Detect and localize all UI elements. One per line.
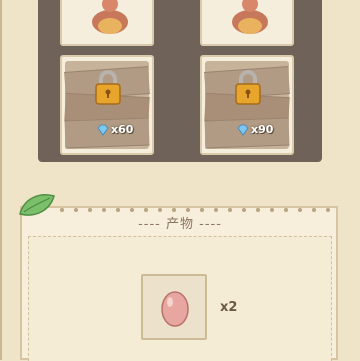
unlock-price: x90 [237,121,273,139]
hen-icon [92,0,128,34]
price-label: x90 [251,123,274,136]
products-title: ---- 产物 ---- [138,217,222,232]
price-label: x60 [111,123,134,136]
panel-border [0,0,2,360]
diamond-icon [97,124,109,136]
unlock-price: x60 [97,121,133,139]
hen-card-1[interactable] [60,0,154,46]
locked-slot-2[interactable]: x90 [200,55,294,155]
padlock-icon [95,70,121,105]
hen-icon [232,0,268,34]
wood-planks: x90 [204,61,290,149]
egg-icon [161,291,189,327]
wood-planks: x60 [64,61,150,149]
padlock-icon [235,70,261,105]
product-count: x2 [220,300,238,315]
diamond-icon [237,124,249,136]
hen-card-2[interactable] [200,0,294,46]
product-item-egg[interactable] [141,274,207,340]
locked-slot-1[interactable]: x60 [60,55,154,155]
